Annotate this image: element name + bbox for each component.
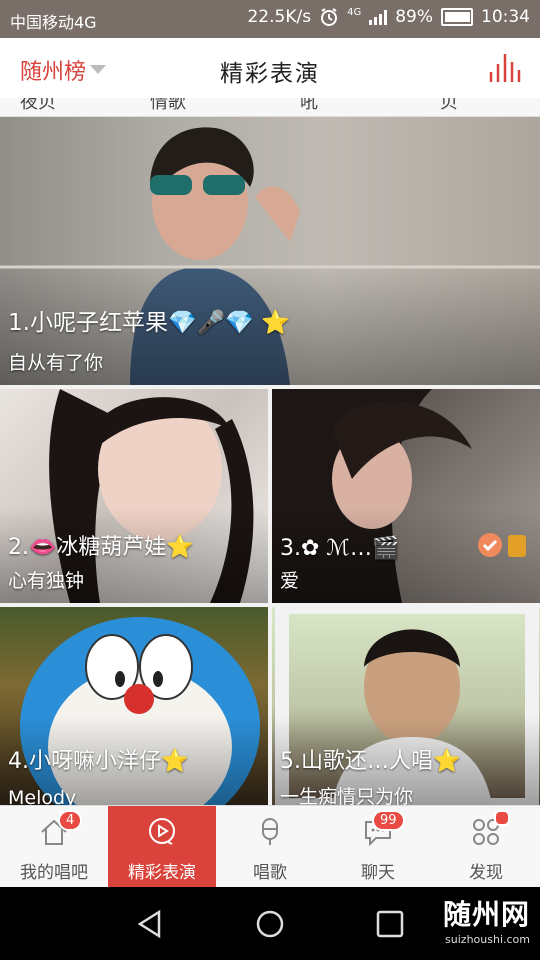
signal-icon bbox=[369, 9, 388, 25]
app-header: 随州榜 精彩表演 bbox=[0, 38, 540, 98]
microphone-icon bbox=[262, 818, 278, 845]
tab-label: 发现 bbox=[469, 863, 503, 883]
performer-name: 5.山歌还…人唱⭐ bbox=[280, 749, 461, 774]
performance-grid: 夜贝 情歌 吼 贝 1.小呢子红苹果💎🎤💎 ⭐ 自从有了你 2.👄冰糖葫芦娃⭐ … bbox=[0, 98, 540, 805]
tab-label: 聊天 bbox=[361, 863, 395, 883]
tab-label: 精彩表演 bbox=[128, 863, 196, 883]
verified-icon bbox=[478, 533, 502, 557]
network-type: 4G bbox=[347, 7, 362, 18]
status-indicators: 22.5K/s 4G 89% 10:34 bbox=[247, 7, 530, 27]
back-icon[interactable] bbox=[135, 909, 165, 939]
performance-card-5[interactable]: 5.山歌还…人唱⭐ 一生痴情只为你 bbox=[272, 607, 540, 805]
system-nav-bar: 随州网 suizhoushi.com bbox=[0, 887, 540, 960]
battery-percent: 89% bbox=[395, 7, 433, 27]
song-title: Melody bbox=[8, 787, 77, 805]
recents-icon[interactable] bbox=[375, 909, 405, 939]
network-speed: 22.5K/s bbox=[247, 7, 312, 27]
notification-dot bbox=[494, 810, 510, 826]
performer-name: 1.小呢子红苹果💎🎤💎 ⭐ bbox=[8, 310, 290, 336]
alarm-icon bbox=[321, 8, 338, 26]
tab-chat[interactable]: 99 聊天 bbox=[324, 806, 432, 888]
song-title: 一生痴情只为你 bbox=[280, 786, 414, 805]
play-icon bbox=[149, 818, 175, 845]
tab-label: 唱歌 bbox=[253, 863, 287, 883]
song-title: 自从有了你 bbox=[8, 352, 104, 374]
site-watermark: 随州网 suizhoushi.com bbox=[443, 893, 530, 946]
notification-badge: 4 bbox=[58, 810, 83, 831]
performer-name: 2.👄冰糖葫芦娃⭐ bbox=[8, 535, 194, 560]
performance-card-4[interactable]: 4.小呀嘛小洋仔⭐ Melody bbox=[0, 607, 268, 805]
tab-sing[interactable]: 唱歌 bbox=[216, 806, 324, 888]
clock: 10:34 bbox=[481, 7, 530, 27]
category-item[interactable]: 吼 bbox=[300, 98, 318, 114]
category-item[interactable]: 夜贝 bbox=[20, 98, 56, 114]
performer-name: 3.✿ ℳ…🎬 bbox=[280, 536, 400, 561]
bottom-tab-bar: 4 我的唱吧 精彩表演 唱歌 99 聊天 发现 bbox=[0, 805, 540, 888]
category-strip: 夜贝 情歌 吼 贝 bbox=[0, 98, 540, 117]
battery-icon bbox=[441, 8, 473, 26]
watermark-logo: 随州网 bbox=[442, 898, 530, 931]
page-title: 精彩表演 bbox=[220, 61, 320, 87]
watermark-url: suizhoushi.com bbox=[445, 933, 530, 946]
performance-card-3[interactable]: 3.✿ ℳ…🎬 爱 bbox=[272, 389, 540, 603]
tab-discover[interactable]: 发现 bbox=[432, 806, 540, 888]
carrier-label: 中国移动4G bbox=[10, 13, 97, 32]
category-item[interactable]: 贝 bbox=[440, 98, 458, 114]
performance-card-1[interactable]: 1.小呢子红苹果💎🎤💎 ⭐ 自从有了你 bbox=[0, 117, 540, 385]
notification-badge: 99 bbox=[372, 810, 405, 831]
tab-performances[interactable]: 精彩表演 bbox=[108, 806, 216, 888]
tab-my-karaoke[interactable]: 4 我的唱吧 bbox=[0, 806, 108, 888]
status-bar: 中国移动4G 22.5K/s 4G 89% 10:34 bbox=[0, 0, 540, 38]
bar-chart-icon[interactable] bbox=[488, 52, 522, 84]
category-item[interactable]: 情歌 bbox=[150, 98, 186, 114]
home-nav-icon[interactable] bbox=[255, 909, 285, 939]
performer-name: 4.小呀嘛小洋仔⭐ bbox=[8, 749, 189, 774]
song-title: 心有独钟 bbox=[8, 570, 85, 592]
song-title: 爱 bbox=[280, 570, 300, 592]
tab-label: 我的唱吧 bbox=[20, 863, 88, 883]
performance-card-2[interactable]: 2.👄冰糖葫芦娃⭐ 心有独钟 bbox=[0, 389, 268, 603]
vip-badge-icon bbox=[508, 535, 526, 557]
